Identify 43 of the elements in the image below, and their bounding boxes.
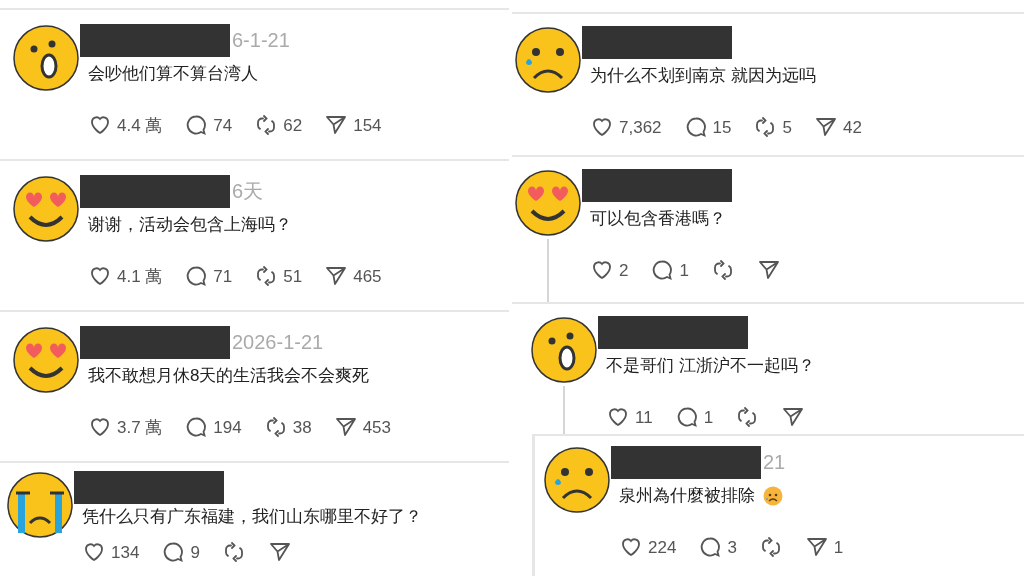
comment-text: 谢谢，活动会包含上海吗？: [88, 214, 292, 236]
comment-icon: [650, 258, 675, 283]
like-button[interactable]: 3.7 萬: [88, 414, 163, 440]
share-button[interactable]: 154: [324, 112, 382, 138]
comment-text: 凭什么只有广东福建，我们山东哪里不好了？: [82, 506, 422, 528]
comment-icon: [184, 415, 209, 440]
share-button[interactable]: 42: [813, 114, 862, 140]
comment-text: 为什么不划到南京 就因为远吗: [590, 65, 816, 87]
comment-button[interactable]: 9: [161, 539, 200, 565]
repost-button[interactable]: 51: [254, 263, 303, 289]
like-button[interactable]: 134: [82, 539, 140, 565]
like-button[interactable]: 4.4 萬: [88, 112, 163, 138]
comment-button[interactable]: 1: [674, 404, 714, 430]
repost-button[interactable]: 62: [254, 112, 303, 138]
post-time: 6-1-21: [231, 28, 290, 53]
repost-button[interactable]: 5: [753, 114, 792, 140]
comment-icon: [184, 264, 209, 289]
comment-icon: [161, 540, 186, 565]
like-button[interactable]: 7,362: [590, 114, 662, 140]
share-button[interactable]: 465: [324, 263, 382, 289]
comment-icon: [698, 535, 723, 560]
post-time: 6天: [231, 179, 264, 204]
comment-text: 泉州為什麼被排除: [619, 485, 755, 507]
comment-button[interactable]: 74: [184, 112, 233, 138]
comment-button[interactable]: 3: [698, 534, 737, 560]
comment-text: 不是哥们 江浙沪不一起吗？: [606, 355, 815, 377]
like-button[interactable]: 224: [619, 534, 677, 560]
comment-icon: [184, 113, 209, 138]
repost-button[interactable]: 38: [263, 414, 312, 440]
post-time: 21: [762, 450, 786, 475]
comment-button[interactable]: 1: [650, 257, 689, 283]
comment-button[interactable]: 71: [184, 263, 233, 289]
comment-text: 我不敢想月休8天的生活我会不会爽死: [88, 365, 370, 387]
share-button[interactable]: 1: [804, 534, 844, 560]
like-button[interactable]: 11: [606, 404, 653, 430]
post-time: 2026-1-21: [231, 330, 324, 355]
comment-text: 会吵他们算不算台湾人: [88, 63, 258, 85]
comment-button[interactable]: 194: [184, 414, 242, 440]
comment-text: 可以包含香港嗎？: [590, 208, 726, 230]
like-button[interactable]: 2: [590, 257, 629, 283]
share-button[interactable]: 453: [333, 414, 392, 440]
like-button[interactable]: 4.1 萬: [88, 263, 163, 289]
comment-button[interactable]: 15: [683, 114, 732, 140]
